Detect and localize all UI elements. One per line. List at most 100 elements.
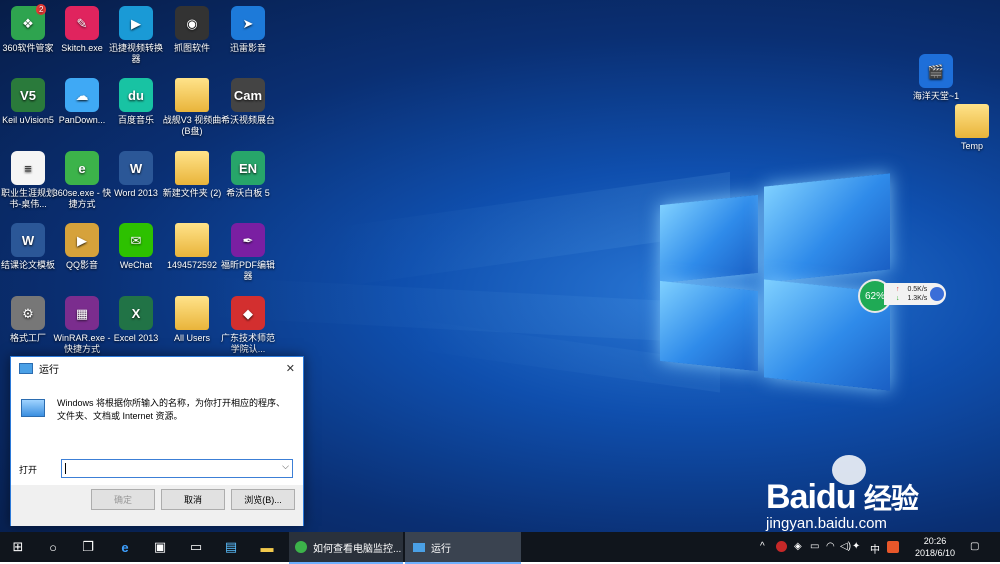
desktop-icon-label: Temp: [960, 141, 983, 151]
pc-icon[interactable]: ▭: [187, 538, 205, 556]
ime-mode-icon[interactable]: ✦: [852, 541, 860, 552]
open-input[interactable]: ⌵: [61, 459, 293, 478]
cancel-button[interactable]: 取消: [161, 489, 225, 510]
app-icon: ✒: [231, 223, 265, 257]
desktop-icon-label: QQ影音: [65, 260, 98, 270]
desktop-icon-label: 新建文件夹 (2): [162, 188, 222, 198]
desktop-icon[interactable]: All Users: [162, 296, 222, 344]
baidu-jingyan-watermark: Baidu 经验 jingyan.baidu.com: [762, 455, 998, 532]
browse-button[interactable]: 浏览(B)...: [231, 489, 295, 510]
desktop-icon[interactable]: V5 Keil uVision5: [0, 78, 58, 126]
app-icon: ▶: [119, 6, 153, 40]
app-icon[interactable]: ▤: [222, 538, 240, 556]
app-icon: [175, 223, 209, 257]
desktop-icon[interactable]: W 结课论文模板: [0, 223, 58, 271]
desktop-icon[interactable]: ✎ Skitch.exe: [52, 6, 112, 54]
store-icon[interactable]: ▣: [151, 538, 169, 556]
network-speed-widget[interactable]: 62% ↑ 0.5K/s ↓ 1.3K/s: [858, 279, 950, 313]
desktop-icon[interactable]: ❖ 2 360软件管家: [0, 4, 58, 54]
desktop-icon[interactable]: ⚙ 格式工厂: [0, 296, 58, 344]
desktop-icon[interactable]: ≡ 职业生涯规划书-桌伟...: [0, 151, 58, 210]
desktop-icon[interactable]: 新建文件夹 (2): [162, 151, 222, 199]
desktop-icon[interactable]: du 百度音乐: [106, 78, 166, 126]
close-icon[interactable]: ✕: [286, 362, 295, 375]
app-icon: EN: [231, 151, 265, 185]
desktop-icon-label: 职业生涯规划书-桌伟...: [0, 188, 55, 209]
watermark-brand-2: du: [815, 478, 857, 516]
desktop-background: ❖ 2 360软件管家 ✎ Skitch.exe ▶ 迅捷视频转换器 ◉ 抓图软件 ➤ 迅雷影音 V5…: [0, 0, 1000, 532]
app-icon: W: [11, 223, 45, 257]
edge-icon[interactable]: e: [116, 538, 134, 556]
wifi-icon[interactable]: ◠: [826, 541, 835, 552]
ime-language[interactable]: 中: [870, 541, 880, 556]
open-label: 打开: [19, 465, 38, 475]
desktop-icon-label: 百度音乐: [117, 115, 154, 125]
desktop-icon[interactable]: 1494572592: [162, 223, 222, 271]
desktop-icon[interactable]: ✒ 福昕PDF编辑器: [218, 223, 278, 282]
desktop-icon-label: 1494572592: [166, 260, 218, 270]
desktop-icon[interactable]: ▶ QQ影音: [52, 223, 112, 271]
desktop-icon[interactable]: ➤ 迅雷影音: [218, 6, 278, 54]
desktop-icon[interactable]: 战舰V3 视频曲(B盘): [162, 78, 222, 137]
desktop-icon-label: 格式工厂: [9, 333, 46, 343]
desktop-icon-label: WinRAR.exe - 快捷方式: [53, 333, 111, 354]
desktop-icon[interactable]: ◆ 广东技术师范学院认...: [218, 296, 278, 355]
run-dialog-body: Windows 将根据你所输入的名称，为你打开相应的程序、文件夹、文档或 Int…: [11, 379, 303, 485]
run-dialog-title: 运行: [39, 364, 59, 376]
chevron-down-icon[interactable]: ⌵: [282, 461, 289, 472]
app-icon: ✉: [119, 223, 153, 257]
desktop-icon[interactable]: 🎬 海洋天堂~1: [906, 54, 966, 102]
run-icon: [413, 542, 425, 552]
desktop-icon[interactable]: X Excel 2013: [106, 296, 166, 344]
app-icon: ◆: [231, 296, 265, 330]
app-icon: Cam: [231, 78, 265, 112]
desktop-icon[interactable]: ▶ 迅捷视频转换器: [106, 6, 166, 65]
desktop-icon[interactable]: Temp: [942, 104, 1000, 152]
task-browser[interactable]: 如何查看电脑监控...: [289, 532, 403, 564]
file-explorer-icon[interactable]: ▬: [258, 538, 276, 556]
upload-arrow-icon: ↑: [896, 286, 900, 293]
desktop-icon-label: 360se.exe - 快捷方式: [52, 188, 112, 209]
action-center-icon[interactable]: ▢: [970, 541, 979, 552]
desktop-icon-label: 结课论文模板: [0, 260, 55, 270]
app-icon: ⚙: [11, 296, 45, 330]
desktop-icon[interactable]: e 360se.exe - 快捷方式: [52, 151, 112, 210]
run-app-icon: [21, 399, 45, 417]
app-icon: ▶: [65, 223, 99, 257]
upload-speed: 0.5K/s: [907, 286, 928, 293]
app-icon: ✎: [65, 6, 99, 40]
text-cursor: [65, 463, 66, 474]
network-speed-panel: ↑ 0.5K/s ↓ 1.3K/s: [884, 283, 946, 305]
app-icon: ▦: [65, 296, 99, 330]
task-run[interactable]: 运行: [405, 532, 521, 564]
desktop-icon[interactable]: EN 希沃白板 5: [218, 151, 278, 199]
desktop-icon-label: 希沃白板 5: [226, 188, 270, 198]
show-hidden-icons[interactable]: ^: [760, 541, 765, 552]
ok-button[interactable]: 确定: [91, 489, 155, 510]
task-browser-label: 如何查看电脑监控...: [313, 543, 402, 555]
desktop-icon[interactable]: ▦ WinRAR.exe - 快捷方式: [52, 296, 112, 355]
desktop-icon[interactable]: W Word 2013: [106, 151, 166, 199]
accelerate-icon[interactable]: [930, 287, 944, 301]
desktop-icon[interactable]: ◉ 抓图软件: [162, 6, 222, 54]
run-dialog-titlebar[interactable]: 运行 ✕: [11, 357, 303, 379]
cortana-icon[interactable]: ○: [44, 538, 62, 556]
sogou-icon[interactable]: [887, 541, 899, 553]
app-icon: [175, 296, 209, 330]
taskbar: ⊞ ○ ❐ e ▣ ▭ ▤ ▬ 如何查看电脑监控... 运行 ^ ◈ ▭ ◠ ◁…: [0, 532, 1000, 564]
360-tray-icon[interactable]: [776, 541, 787, 552]
clock[interactable]: 20:26 2018/6/10: [912, 535, 958, 559]
network-icon[interactable]: ▭: [810, 541, 819, 552]
desktop-icon-label: 战舰V3 视频曲(B盘): [162, 115, 222, 136]
desktop-icon[interactable]: ✉ WeChat: [106, 223, 166, 271]
volume-icon[interactable]: ◁): [840, 541, 851, 552]
desktop-icon[interactable]: ☁ PanDown...: [52, 78, 112, 126]
app-icon: [955, 104, 989, 138]
desktop-icon-label: PanDown...: [58, 115, 106, 125]
task-view-icon[interactable]: ❐: [79, 538, 97, 556]
download-speed: 1.3K/s: [907, 295, 928, 302]
desktop-icon-label: Excel 2013: [113, 333, 159, 343]
desktop-icon[interactable]: Cam 希沃视频展台: [218, 78, 278, 126]
start-icon[interactable]: ⊞: [9, 538, 27, 556]
security-icon[interactable]: ◈: [794, 541, 802, 552]
